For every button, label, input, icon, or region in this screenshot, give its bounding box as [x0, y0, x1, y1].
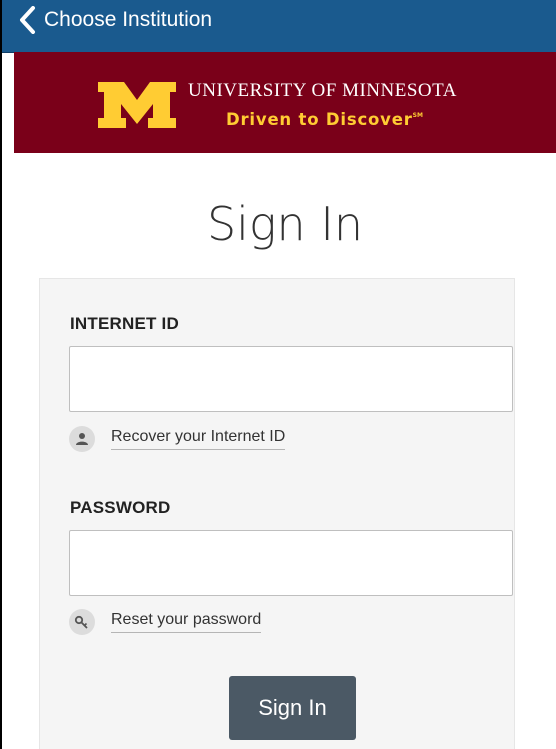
chevron-left-icon — [18, 6, 36, 34]
page-title: Sign In — [206, 197, 364, 251]
user-icon — [69, 426, 95, 452]
back-button-label: Choose Institution — [44, 8, 213, 31]
navigation-bar: Choose Institution — [2, 0, 556, 53]
internet-id-label: INTERNET ID — [70, 314, 179, 333]
back-button[interactable]: Choose Institution — [18, 4, 212, 36]
university-name: UNIVERSITY OF MINNESOTA — [188, 80, 457, 101]
password-input[interactable] — [69, 530, 513, 596]
key-icon — [69, 609, 95, 635]
sign-in-button[interactable]: Sign In — [229, 676, 356, 740]
block-m-logo — [98, 82, 176, 133]
reset-password-link[interactable]: Reset your password — [69, 609, 262, 635]
reset-password-text: Reset your password — [111, 611, 262, 633]
service-mark: SM — [412, 112, 423, 119]
recover-internet-id-text: Recover your Internet ID — [111, 428, 286, 450]
university-banner: UNIVERSITY OF MINNESOTA Driven to Discov… — [14, 52, 556, 153]
app-frame: Choose Institution UNIVERSITY OF MINNESO… — [0, 0, 556, 749]
university-tagline: Driven to DiscoverSM — [226, 110, 423, 129]
password-label: PASSWORD — [70, 498, 171, 517]
recover-internet-id-link[interactable]: Recover your Internet ID — [69, 426, 286, 452]
internet-id-input[interactable] — [69, 346, 513, 412]
tagline-text: Driven to Discover — [226, 110, 413, 129]
sign-in-form: INTERNET ID Recover your Internet ID PAS… — [39, 278, 515, 749]
